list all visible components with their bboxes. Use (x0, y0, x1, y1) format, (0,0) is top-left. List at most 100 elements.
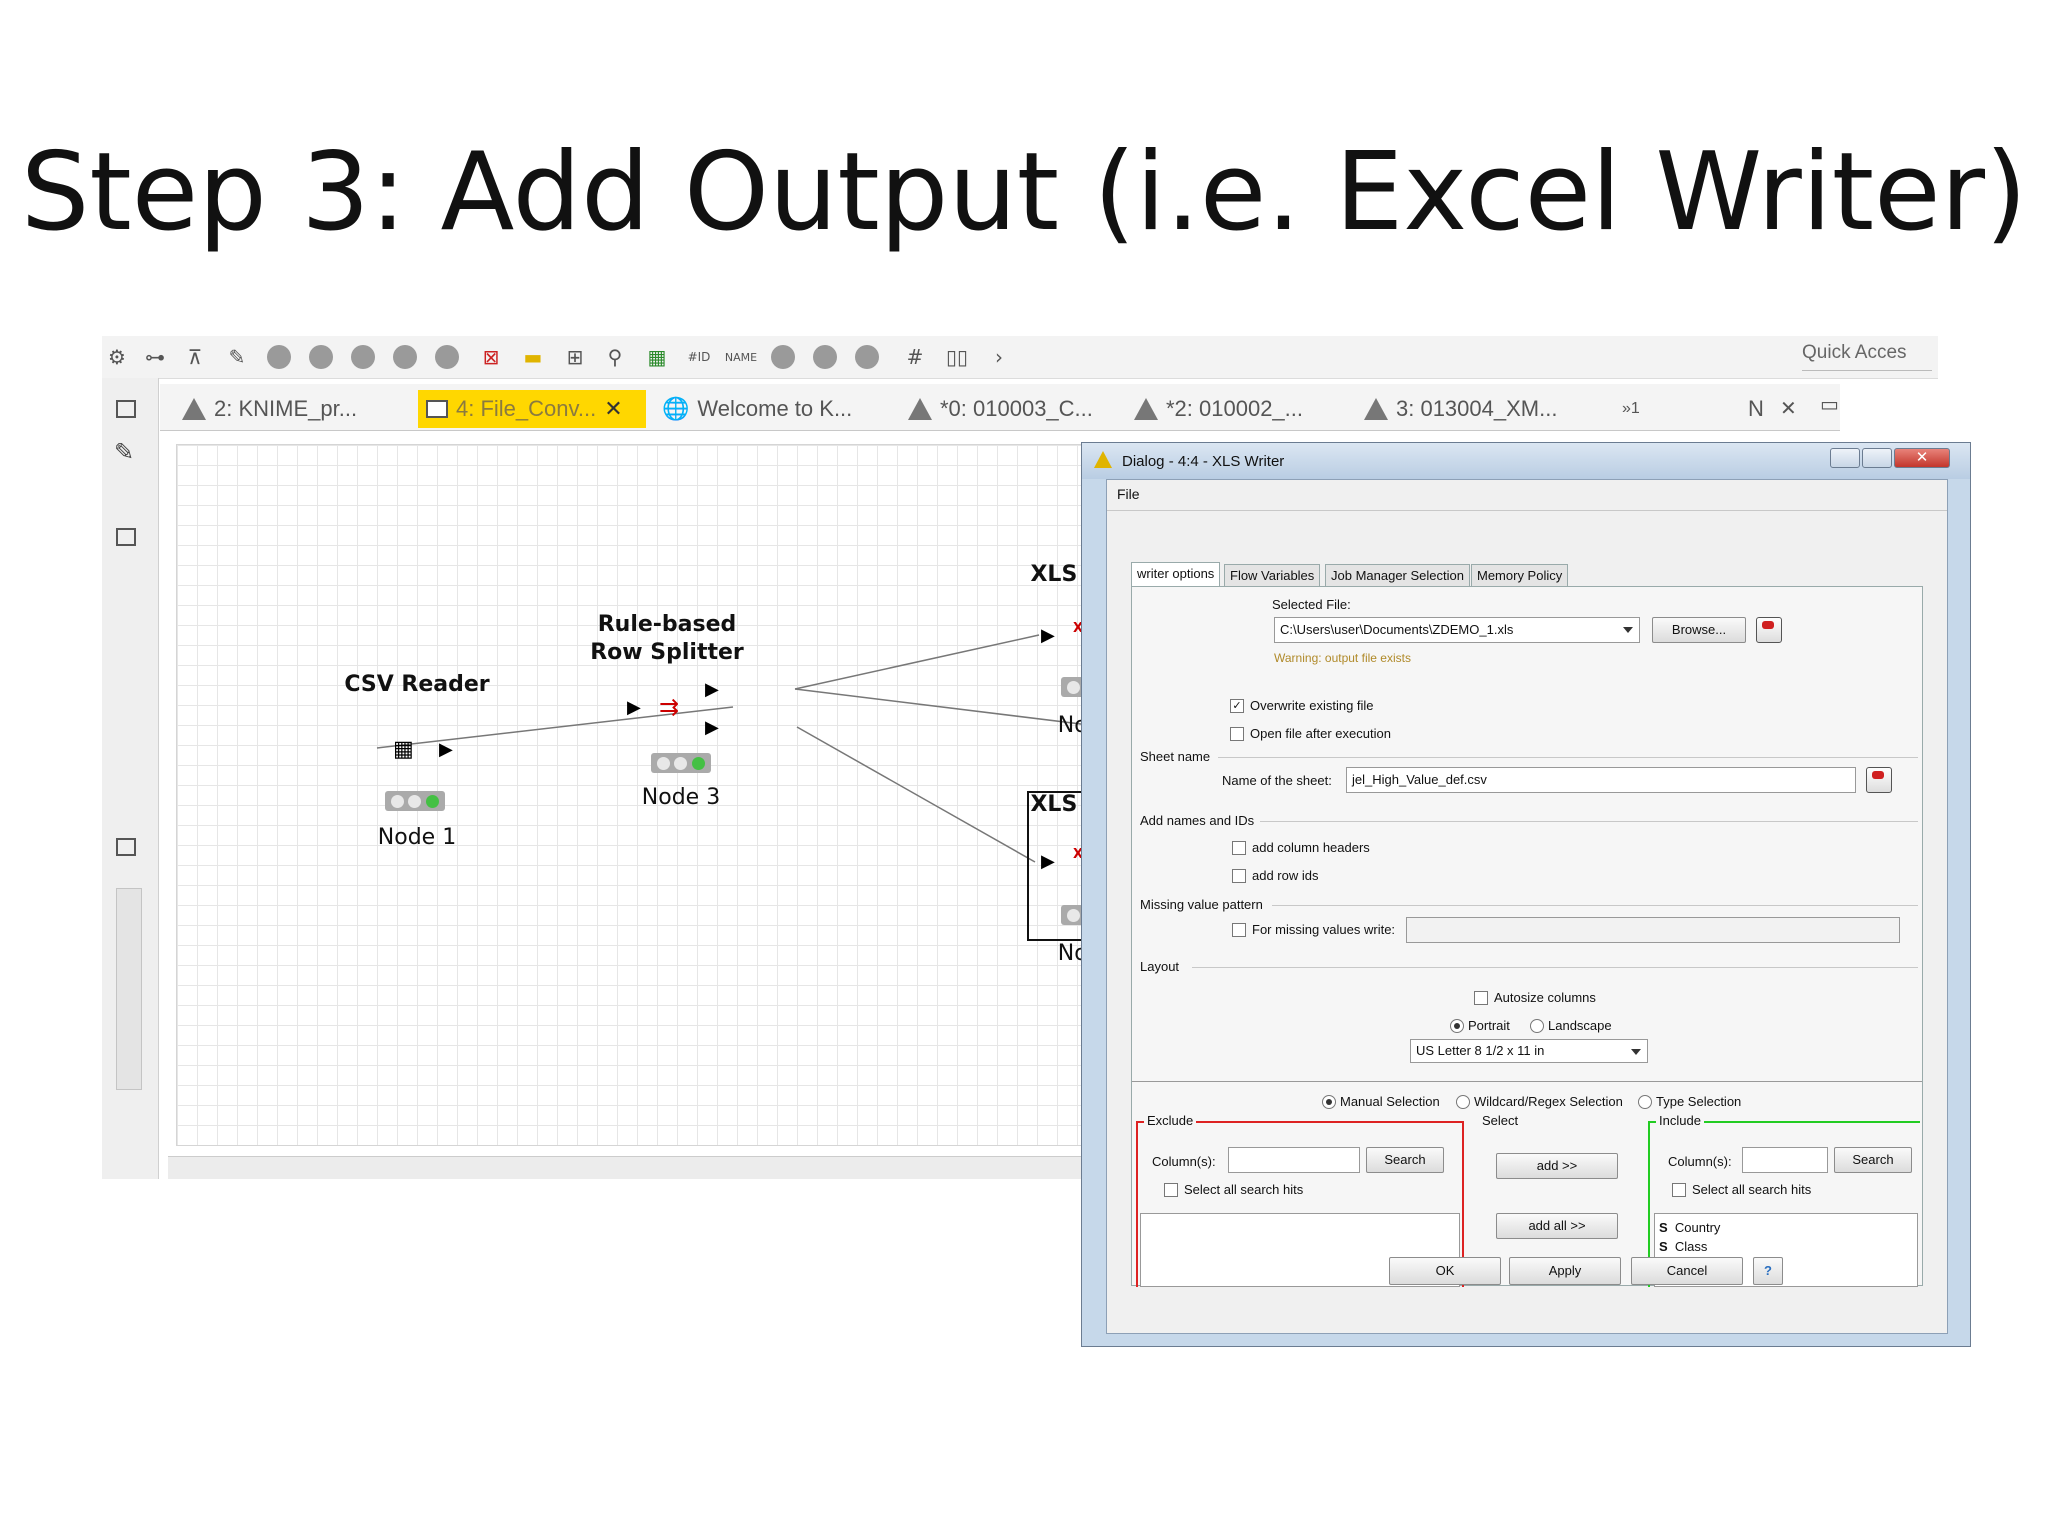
row-splitter-icon[interactable]: ⇉ (659, 693, 679, 721)
portrait-label: Portrait (1468, 1018, 1510, 1033)
portrait-radio[interactable] (1450, 1019, 1464, 1033)
sheet-name-input[interactable]: jel_High_Value_def.csv (1346, 767, 1856, 793)
add-button[interactable]: add >> (1496, 1153, 1618, 1179)
tab-knime-pr[interactable]: 2: KNIME_pr... (174, 390, 357, 428)
divider (1132, 1081, 1922, 1082)
list-item[interactable]: S Country (1659, 1220, 1720, 1235)
cancel-all-icon[interactable] (434, 344, 460, 370)
execute-icon[interactable] (266, 344, 292, 370)
exclude-columns-label: Column(s): (1152, 1154, 1216, 1169)
cancel-icon[interactable] (392, 344, 418, 370)
execute-open-icon[interactable] (350, 344, 376, 370)
execute-all-icon[interactable] (308, 344, 334, 370)
paper-size-select[interactable]: US Letter 8 1/2 x 11 in (1410, 1039, 1648, 1063)
layout-icon[interactable]: ⊶ (142, 344, 168, 370)
wildcard-selection-label: Wildcard/Regex Selection (1474, 1094, 1623, 1109)
help-icon[interactable]: ? (1753, 1257, 1783, 1285)
columns-icon[interactable]: ▯▯ (944, 344, 970, 370)
grid-add-icon[interactable]: ▦ (644, 344, 670, 370)
side-tab-n[interactable]: N (1740, 390, 1770, 428)
missing-values-input[interactable] (1406, 917, 1900, 943)
ok-button[interactable]: OK (1389, 1257, 1501, 1285)
add-column-headers-checkbox[interactable] (1232, 841, 1246, 855)
tab-010002[interactable]: *2: 010002_... (1126, 390, 1326, 428)
open-after-checkbox[interactable] (1230, 727, 1244, 741)
out-port-icon[interactable]: ▶ (439, 739, 453, 760)
edit-icon[interactable]: ✎ (224, 344, 250, 370)
missing-values-checkbox[interactable] (1232, 923, 1246, 937)
add-row-ids-checkbox[interactable] (1232, 869, 1246, 883)
out-port-icon[interactable]: ▶ (705, 679, 719, 700)
configure-icon[interactable]: ⚙ (104, 344, 130, 370)
step-icon[interactable] (854, 344, 880, 370)
node-repository-icon[interactable]: ✎ (114, 438, 134, 466)
tab-flow-variables[interactable]: Flow Variables (1224, 564, 1321, 586)
exclude-search-input[interactable] (1228, 1147, 1360, 1173)
overwrite-checkbox[interactable]: ✓ (1230, 699, 1244, 713)
tab-010003[interactable]: *0: 010003_C... (900, 390, 1100, 428)
exclude-select-all-checkbox[interactable] (1164, 1183, 1178, 1197)
workflow-canvas[interactable]: CSV Reader ▦ ▶ Node 1 Rule-based Row Spl… (176, 444, 1197, 1146)
in-port-icon[interactable]: ▶ (627, 697, 641, 718)
exclude-search-button[interactable]: Search (1366, 1147, 1444, 1173)
list-item[interactable]: S Class (1659, 1239, 1707, 1254)
flow-variable-icon[interactable] (1756, 617, 1782, 643)
tab-writer-options[interactable]: writer options (1131, 562, 1221, 586)
apply-button[interactable]: Apply (1509, 1257, 1621, 1285)
scrollbar[interactable] (116, 888, 142, 1090)
loop-icon[interactable] (770, 344, 796, 370)
zoom-table-icon[interactable]: ⊞ (562, 344, 588, 370)
landscape-radio[interactable] (1530, 1019, 1544, 1033)
restore-icon[interactable] (116, 400, 136, 418)
workflow-icon (1134, 398, 1158, 420)
autosize-checkbox[interactable] (1474, 991, 1488, 1005)
overwrite-label: Overwrite existing file (1250, 698, 1374, 713)
node-status (651, 753, 711, 773)
manual-selection-radio[interactable] (1322, 1095, 1336, 1109)
cancel-button[interactable]: Cancel (1631, 1257, 1743, 1285)
include-search-button[interactable]: Search (1834, 1147, 1912, 1173)
add-all-button[interactable]: add all >> (1496, 1213, 1618, 1239)
reset-icon[interactable]: ⊠ (478, 344, 504, 370)
tree-icon[interactable]: ⊼ (182, 344, 208, 370)
tab-overflow[interactable]: »1 (1614, 390, 1664, 428)
grid-icon[interactable]: # (902, 344, 928, 370)
tab-welcome[interactable]: 🌐 Welcome to K... (654, 390, 854, 428)
tab-013004[interactable]: 3: 013004_XM... (1356, 390, 1576, 428)
node-id-icon[interactable]: #ID (686, 344, 712, 370)
include-select-all-checkbox[interactable] (1672, 1183, 1686, 1197)
wildcard-selection-radio[interactable] (1456, 1095, 1470, 1109)
close-icon[interactable]: ✕ (604, 396, 622, 422)
pause-icon[interactable] (812, 344, 838, 370)
quick-access-input[interactable]: Quick Acces (1802, 342, 1932, 371)
node-name-icon[interactable]: NAME (725, 344, 757, 370)
annotation-icon[interactable]: ▬ (520, 344, 546, 370)
include-search-input[interactable] (1742, 1147, 1828, 1173)
minimize-icon[interactable]: ▭ (1820, 392, 1839, 416)
close-button[interactable]: ✕ (1894, 448, 1950, 468)
tab-job-manager[interactable]: Job Manager Selection (1325, 564, 1470, 586)
dialog-titlebar[interactable]: Dialog - 4:4 - XLS Writer ✕ (1082, 443, 1970, 479)
menu-file[interactable]: File (1117, 486, 1140, 502)
node-label[interactable]: Node 3 (611, 785, 751, 810)
out-port-icon[interactable]: ▶ (705, 717, 719, 738)
maximize-button[interactable] (1862, 448, 1892, 468)
in-port-icon[interactable]: ▶ (1041, 851, 1055, 872)
dialog-body: File writer options Flow Variables Job M… (1106, 479, 1948, 1334)
tab-memory-policy[interactable]: Memory Policy (1471, 564, 1569, 586)
in-port-icon[interactable]: ▶ (1041, 625, 1055, 646)
workflow-icon (1364, 398, 1388, 420)
minimize-button[interactable] (1830, 448, 1860, 468)
tab-file-conv[interactable]: 4: File_Conv... ✕ (418, 390, 646, 428)
restore-icon[interactable] (116, 838, 136, 856)
csv-reader-icon[interactable]: ▦ (393, 737, 414, 762)
node-label[interactable]: Node 1 (347, 825, 487, 850)
type-selection-radio[interactable] (1638, 1095, 1652, 1109)
restore-icon[interactable] (116, 528, 136, 546)
chevron-right-icon[interactable]: › (986, 344, 1012, 370)
file-path-select[interactable]: C:\Users\user\Documents\ZDEMO_1.xls (1274, 617, 1640, 643)
browse-button[interactable]: Browse... (1652, 617, 1746, 643)
flow-variable-icon[interactable] (1866, 767, 1892, 793)
close-icon[interactable]: ✕ (1780, 396, 1797, 420)
search-icon[interactable]: ⚲ (602, 344, 628, 370)
